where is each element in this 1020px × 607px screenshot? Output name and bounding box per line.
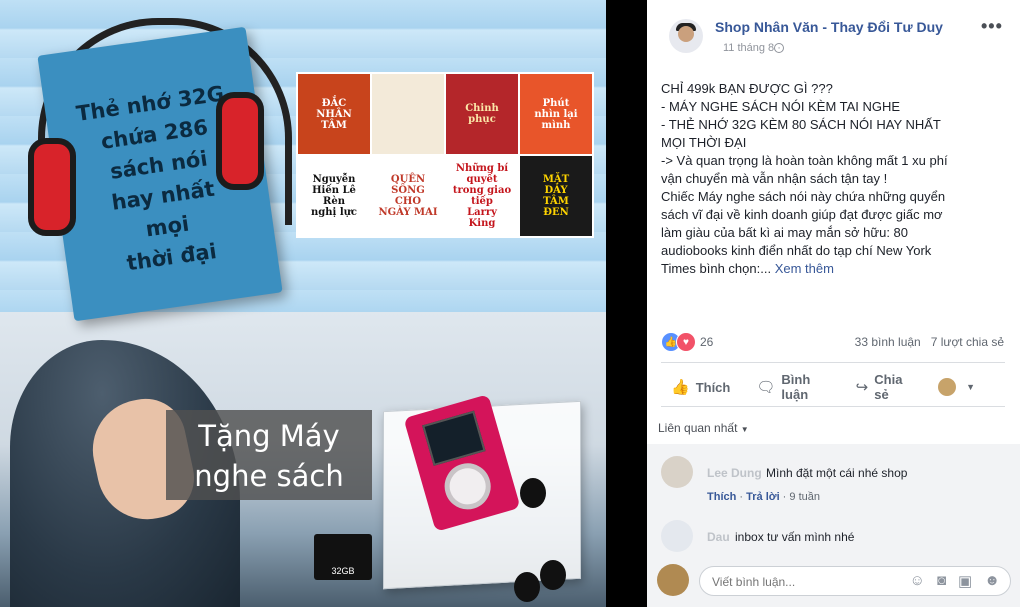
page-avatar[interactable] — [669, 19, 703, 53]
post-line: Times bình chọn:... Xem thêm — [661, 260, 1011, 278]
share-button[interactable]: ↪ Chia sẻ — [856, 372, 912, 402]
book-cover: ĐẮC NHÂN TÂM — [298, 74, 370, 154]
post-line: audiobooks kinh điển nhất do tạp chí New… — [661, 243, 932, 258]
avatar-face — [678, 26, 694, 42]
divider — [661, 362, 1005, 363]
post-line: MỌI THỜI ĐẠI — [661, 135, 747, 150]
post-actions-bar: 👍 Thích 🗨 Bình luận ↪ Chia sẻ ▼ — [671, 372, 1001, 402]
post-timestamp[interactable]: 11 tháng 8 · — [723, 42, 781, 54]
earphone-icon — [514, 572, 540, 602]
book-cover: MẶT DÀY TÂM ĐEN — [520, 156, 592, 236]
book-cover: Những bí quyết trong giao tiếp Larry Kin… — [446, 156, 518, 236]
like-label: Thích — [695, 379, 731, 395]
comment-like-link[interactable]: Thích — [707, 491, 736, 503]
camera-icon[interactable]: ◙ — [937, 572, 946, 590]
book-cover: Nguyễn Hiến Lê Rèn nghị lực — [298, 156, 370, 236]
reaction-count: 26 — [700, 335, 714, 349]
chevron-down-icon: ▼ — [740, 425, 749, 434]
chevron-down-icon: ▼ — [966, 382, 975, 392]
page-name-link[interactable]: Shop Nhân Văn - Thay Đổi Tư Duy — [715, 19, 943, 35]
comment-text: inbox tư vấn mình nhé — [735, 530, 855, 544]
globe-icon — [774, 43, 784, 53]
emoji-icon[interactable]: ☺ — [910, 572, 925, 590]
earphone-icon — [520, 478, 546, 508]
share-icon: ↪ — [855, 379, 869, 396]
book-covers-grid: ĐẮC NHÂN TÂM Chinh phục Phút nhìn lại mì… — [296, 72, 594, 238]
player-screen — [422, 410, 486, 466]
post-line: -> Và quan trọng là hoàn toàn không mất … — [661, 153, 948, 168]
comment-reply-link[interactable]: Trả lời — [746, 491, 780, 503]
divider — [661, 406, 1005, 407]
sticker-icon[interactable]: ☻ — [984, 572, 1000, 590]
player-wheel — [439, 457, 497, 515]
post-line: CHỈ 499k BẠN ĐƯỢC GÌ ??? — [661, 81, 833, 96]
mini-avatar — [938, 378, 957, 396]
post-line: làm giàu của bất kì ai may mắn sở hữu: 8… — [661, 225, 909, 240]
promo-label: Tặng Máy nghe sách — [166, 410, 372, 500]
post-last-line: Times bình chọn:... — [661, 261, 772, 276]
comment-sort-dropdown[interactable]: Liên quan nhất ▼ — [658, 421, 749, 435]
commenter-name[interactable]: Lee Dung — [707, 466, 762, 480]
like-button[interactable]: 👍 Thích — [671, 378, 730, 396]
comment-icon: 🗨 — [756, 379, 776, 396]
default-avatar-icon[interactable] — [661, 520, 693, 552]
see-more-link[interactable]: Xem thêm — [775, 261, 834, 276]
share-count-link[interactable]: 7 lượt chia sẻ — [931, 335, 1004, 349]
book-cover: Phút nhìn lại mình — [520, 74, 592, 154]
headphone-left-cup — [28, 138, 76, 236]
headphone-right-cup — [216, 92, 264, 190]
post-line: - MÁY NGHE SÁCH NÓI KÈM TAI NGHE — [661, 99, 901, 114]
post-body: CHỈ 499k BẠN ĐƯỢC GÌ ??? - MÁY NGHE SÁCH… — [661, 80, 1011, 278]
comment-count-link[interactable]: 33 bình luận — [855, 335, 921, 349]
love-reaction-icon: ♥ — [676, 332, 696, 352]
commenter-name[interactable]: Dau — [707, 530, 730, 544]
gif-icon[interactable]: ▣ — [958, 572, 972, 590]
post-as-selector[interactable]: ▼ — [938, 378, 975, 396]
sort-label: Liên quan nhất — [658, 421, 738, 435]
book-cover: QUÊN SỐNG CHO NGÀY MAI — [372, 156, 444, 236]
comment-text: Mình đặt một cái nhé shop — [766, 466, 908, 480]
comment-meta: Thích · Trả lời · 9 tuần — [707, 491, 820, 503]
post-line: - THẺ NHỚ 32G KÈM 80 SÁCH NÓI HAY NHẤT — [661, 117, 941, 132]
comment-label: Bình luận — [781, 372, 811, 402]
comment-button[interactable]: 🗨 Bình luận — [756, 372, 829, 402]
composer-icons: ☺ ◙ ▣ ☻ — [910, 572, 1000, 590]
engagement-counts: 33 bình luận 7 lượt chia sẻ — [855, 335, 1004, 349]
commenter-avatar[interactable] — [661, 456, 693, 488]
share-label: Chia sẻ — [874, 372, 903, 402]
memory-card: 32GB — [314, 534, 372, 580]
reaction-summary[interactable]: 👍 ♥ 26 — [661, 332, 713, 352]
comment-time[interactable]: 9 tuần — [789, 491, 820, 503]
earphone-icon — [540, 560, 566, 590]
post-line: Chiếc Máy nghe sách nói này chứa những q… — [661, 189, 946, 204]
post-line: sách vĩ đại về kinh doanh giúp đạt được … — [661, 207, 943, 222]
post-image[interactable]: Thẻ nhớ 32G chứa 286 sách nói hay nhất m… — [0, 0, 606, 607]
thumbs-up-icon: 👍 — [671, 379, 690, 396]
book-cover — [372, 74, 444, 154]
comment-input-box[interactable]: ☺ ◙ ▣ ☻ — [699, 566, 1011, 596]
comment-input[interactable] — [710, 574, 894, 590]
book-cover: Chinh phục — [446, 74, 518, 154]
more-options-icon[interactable]: ••• — [981, 16, 1003, 37]
post-line: vận chuyển mà vẫn nhận sách tận tay ! — [661, 171, 888, 186]
user-avatar — [657, 564, 689, 596]
post-panel: Shop Nhân Văn - Thay Đổi Tư Duy 11 tháng… — [647, 0, 1020, 607]
